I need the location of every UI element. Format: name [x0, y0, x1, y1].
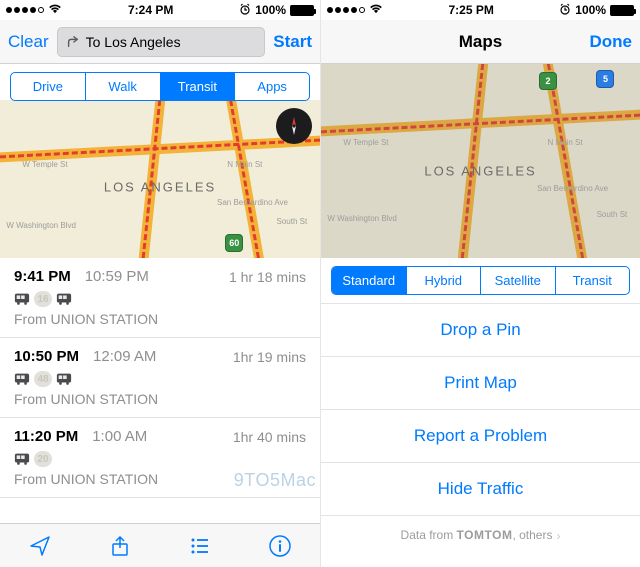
line-badge: 48	[34, 371, 52, 387]
phone-left-directions: 7:24 PM 100% Clear To Los Angeles Start …	[0, 0, 320, 567]
route-item[interactable]: 9:41 PM 10:59 PM 1 hr 18 mins 16 From UN…	[0, 258, 320, 338]
road-label: N Main St	[227, 160, 262, 169]
route-from: From UNION STATION	[14, 471, 306, 487]
status-time: 7:25 PM	[448, 3, 493, 17]
route-depart: 11:20 PM	[14, 428, 78, 445]
route-duration: 1hr 40 mins	[233, 429, 306, 445]
highway-shield: 5	[596, 70, 614, 88]
attribution-brand: TOMTOM	[457, 528, 513, 542]
status-bar: 7:24 PM 100%	[0, 0, 320, 20]
route-item[interactable]: 10:50 PM 12:09 AM 1hr 19 mins 48 From UN…	[0, 338, 320, 418]
bus-icon	[56, 372, 72, 386]
wifi-icon	[369, 3, 383, 17]
highway-shield: 60	[225, 234, 243, 252]
route-arrive: 12:09 AM	[93, 348, 156, 365]
share-button[interactable]	[108, 534, 132, 558]
road-label: N Main St	[547, 138, 582, 147]
view-transit[interactable]: Transit	[555, 267, 630, 294]
bus-icon	[56, 292, 72, 306]
view-mode-segmented: Standard Hybrid Satellite Transit	[321, 258, 640, 304]
road-label: South St	[597, 210, 628, 219]
clear-button[interactable]: Clear	[8, 32, 49, 52]
nav-bar: Maps Done	[321, 20, 640, 64]
destination-text: To Los Angeles	[86, 34, 181, 50]
mode-drive[interactable]: Drive	[11, 73, 85, 100]
drop-pin-button[interactable]: Drop a Pin	[321, 304, 640, 357]
route-list: 9:41 PM 10:59 PM 1 hr 18 mins 16 From UN…	[0, 258, 320, 523]
road-label: W Washington Blvd	[327, 214, 397, 223]
battery-percent: 100%	[255, 3, 286, 17]
city-label: LOS ANGELES	[424, 163, 536, 178]
road-label: W Washington Blvd	[6, 221, 76, 230]
road-label: San Bernardino Ave	[537, 184, 608, 193]
view-satellite[interactable]: Satellite	[480, 267, 555, 294]
signal-dots-icon	[327, 7, 365, 13]
route-depart: 9:41 PM	[14, 268, 71, 285]
map-view[interactable]: W Temple St N Main St W Washington Blvd …	[321, 64, 640, 258]
status-bar: 7:25 PM 100%	[321, 0, 640, 20]
attribution-prefix: Data from	[401, 528, 457, 542]
battery-icon	[610, 5, 634, 16]
start-button[interactable]: Start	[273, 32, 312, 52]
status-time: 7:24 PM	[128, 3, 173, 17]
battery-icon	[290, 5, 314, 16]
highway-shield: 2	[539, 72, 557, 90]
route-depart: 10:50 PM	[14, 348, 79, 365]
compass-button[interactable]	[276, 108, 312, 144]
print-map-button[interactable]: Print Map	[321, 357, 640, 410]
line-badge: 16	[34, 291, 52, 307]
alarm-icon	[559, 3, 571, 18]
destination-field[interactable]: To Los Angeles	[57, 27, 266, 57]
mode-walk[interactable]: Walk	[85, 73, 160, 100]
view-hybrid[interactable]: Hybrid	[406, 267, 481, 294]
mode-apps[interactable]: Apps	[234, 73, 309, 100]
phone-right-settings: 7:25 PM 100% Maps Done W Temple St N Mai…	[320, 0, 640, 567]
road-label: W Temple St	[343, 138, 388, 147]
signal-dots-icon	[6, 7, 44, 13]
city-label: LOS ANGELES	[104, 179, 216, 194]
list-button[interactable]	[188, 534, 212, 558]
settings-list: Drop a Pin Print Map Report a Problem Hi…	[321, 304, 640, 567]
battery-percent: 100%	[575, 3, 606, 17]
road-label: South St	[277, 217, 308, 226]
route-arrow-icon	[66, 35, 80, 49]
info-button[interactable]	[268, 534, 292, 558]
alarm-icon	[239, 3, 251, 18]
map-view[interactable]: W Temple St N Main St W Washington Blvd …	[0, 100, 320, 258]
route-arrive: 1:00 AM	[92, 428, 147, 445]
road-label: San Bernardino Ave	[217, 198, 288, 207]
attribution-suffix: , others	[512, 528, 552, 542]
line-badge: 20	[34, 451, 52, 467]
route-duration: 1hr 19 mins	[233, 349, 306, 365]
route-from: From UNION STATION	[14, 391, 306, 407]
transport-mode-segmented: Drive Walk Transit Apps	[0, 64, 320, 109]
report-problem-button[interactable]: Report a Problem	[321, 410, 640, 463]
route-item[interactable]: 11:20 PM 1:00 AM 1hr 40 mins 20 From UNI…	[0, 418, 320, 498]
nav-bar: Clear To Los Angeles Start	[0, 20, 320, 64]
road-label: W Temple St	[22, 160, 67, 169]
hide-traffic-button[interactable]: Hide Traffic	[321, 463, 640, 516]
mode-transit[interactable]: Transit	[160, 73, 235, 100]
bus-icon	[14, 452, 30, 466]
route-duration: 1 hr 18 mins	[229, 269, 306, 285]
attribution-row[interactable]: Data from TOMTOM, others ›	[321, 516, 640, 554]
bus-icon	[14, 372, 30, 386]
bus-icon	[14, 292, 30, 306]
nav-title: Maps	[381, 32, 580, 52]
route-arrive: 10:59 PM	[85, 268, 149, 285]
chevron-right-icon: ›	[556, 529, 560, 543]
wifi-icon	[48, 3, 62, 17]
done-button[interactable]: Done	[588, 32, 632, 52]
locate-button[interactable]	[28, 534, 52, 558]
view-standard[interactable]: Standard	[332, 267, 406, 294]
toolbar	[0, 523, 320, 567]
route-from: From UNION STATION	[14, 311, 306, 327]
